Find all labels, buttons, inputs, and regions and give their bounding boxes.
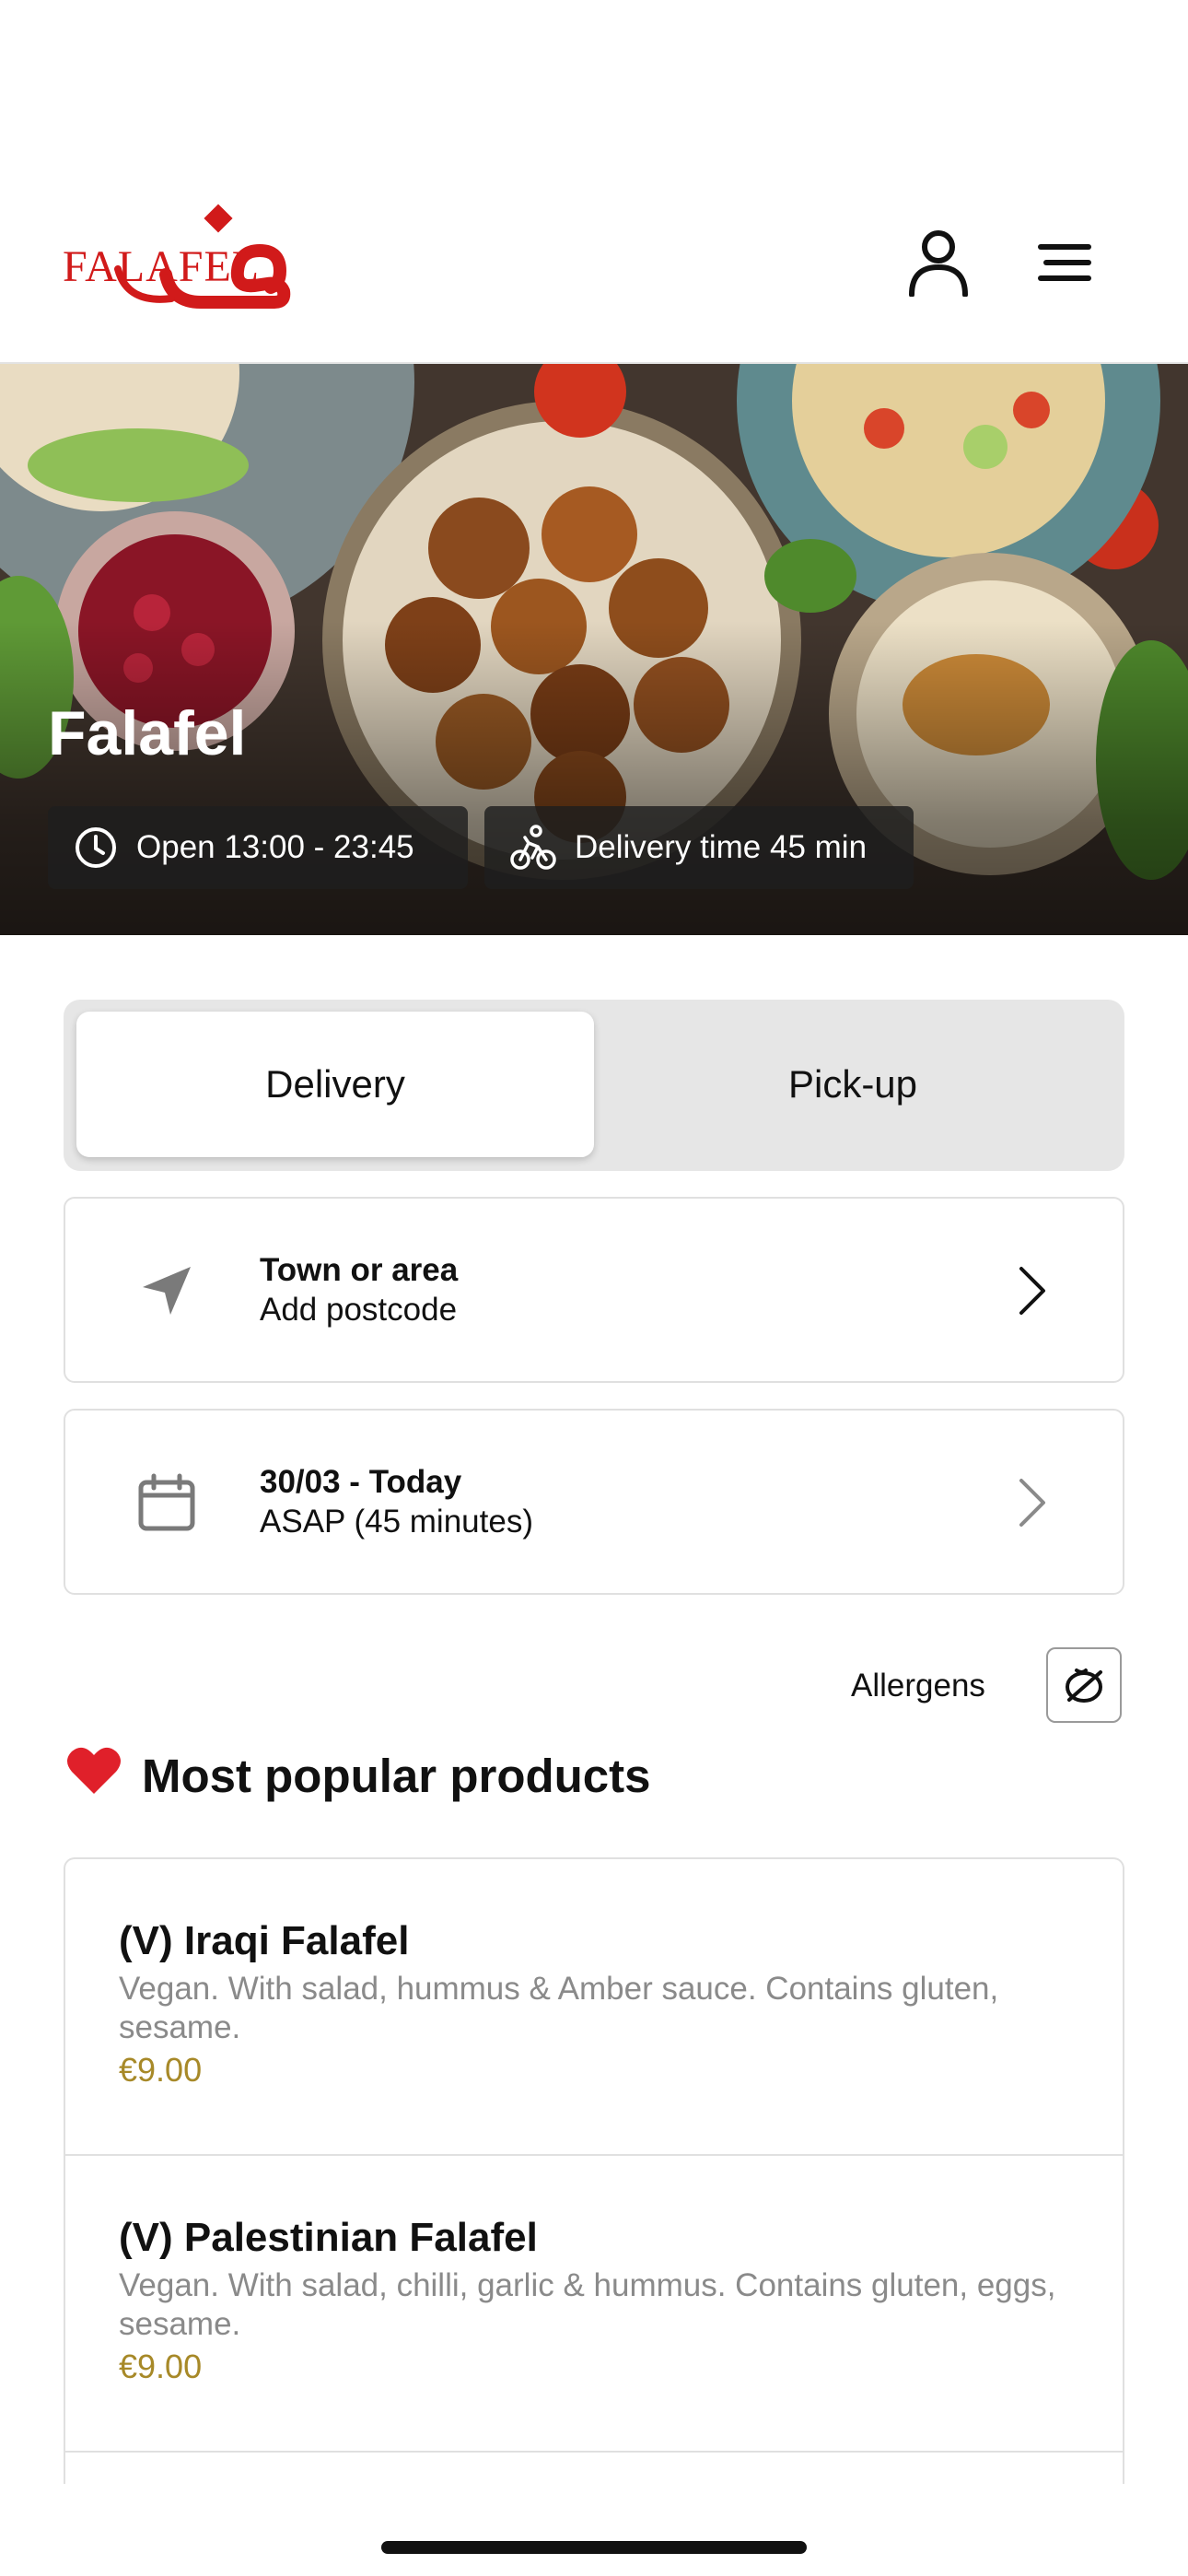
delivery-time-text: Delivery time 45 min xyxy=(575,829,868,865)
allergens-label: Allergens xyxy=(851,1668,985,1704)
popular-title-text: Most popular products xyxy=(142,1749,651,1802)
calendar-icon xyxy=(130,1466,204,1540)
restaurant-name: Falafel xyxy=(48,698,247,768)
popular-products-list: (V) Iraqi Falafel Vegan. With salad, hum… xyxy=(64,1857,1124,2484)
schedule-title: 30/03 - Today xyxy=(260,1464,462,1500)
popular-section-title: Most popular products xyxy=(66,1744,650,1807)
home-indicator[interactable] xyxy=(381,2541,807,2554)
clock-icon xyxy=(76,827,116,868)
brand-logo[interactable]: FALAFEL xyxy=(63,203,293,322)
order-mode-toggle: Delivery Pick-up xyxy=(64,1000,1124,1171)
logo-text: FALAFEL xyxy=(63,242,261,291)
heart-icon xyxy=(66,1744,122,1807)
user-icon xyxy=(909,230,968,297)
allergens-button[interactable] xyxy=(1046,1647,1122,1723)
product-card[interactable]: (V) Iraqi Falafel Vegan. With salad, hum… xyxy=(65,1859,1123,2156)
location-title: Town or area xyxy=(260,1252,459,1288)
delivery-option[interactable]: Delivery xyxy=(76,1012,594,1157)
opening-hours-text: Open 13:00 - 23:45 xyxy=(136,829,414,865)
allergen-filter-icon xyxy=(1066,1669,1102,1703)
product-price: €9.00 xyxy=(119,2051,203,2089)
menu-button[interactable] xyxy=(1022,221,1105,304)
chevron-right-icon xyxy=(1019,1479,1045,1527)
product-description: Vegan. With salad, hummus & Amber sauce.… xyxy=(119,1971,999,2045)
app-header: FALAFEL xyxy=(0,0,1188,364)
hamburger-menu-icon xyxy=(1038,244,1091,281)
bicycle-courier-icon xyxy=(510,825,556,870)
product-description: Vegan. With salad, chilli, garlic & humm… xyxy=(119,2267,1056,2342)
product-card[interactable]: (V) Palestinian Falafel Vegan. With sala… xyxy=(65,2156,1123,2453)
location-subtitle: Add postcode xyxy=(260,1292,458,1328)
delivery-time-badge: Delivery time 45 min xyxy=(484,806,914,889)
account-button[interactable] xyxy=(897,221,980,304)
product-name: (V) Iraqi Falafel xyxy=(119,1918,410,1963)
delivery-time-selector[interactable]: 30/03 - Today ASAP (45 minutes) xyxy=(64,1409,1124,1595)
restaurant-hero: Falafel Open 13:00 - 23:45 Delivery time… xyxy=(0,364,1188,935)
opening-hours-badge: Open 13:00 - 23:45 xyxy=(48,806,468,889)
schedule-subtitle: ASAP (45 minutes) xyxy=(260,1504,533,1540)
location-arrow-icon xyxy=(130,1254,204,1328)
chevron-right-icon xyxy=(1019,1267,1045,1315)
location-selector[interactable]: Town or area Add postcode xyxy=(64,1197,1124,1383)
pickup-option[interactable]: Pick-up xyxy=(594,1012,1112,1157)
product-name: (V) Palestinian Falafel xyxy=(119,2215,538,2260)
product-price: €9.00 xyxy=(119,2348,203,2385)
